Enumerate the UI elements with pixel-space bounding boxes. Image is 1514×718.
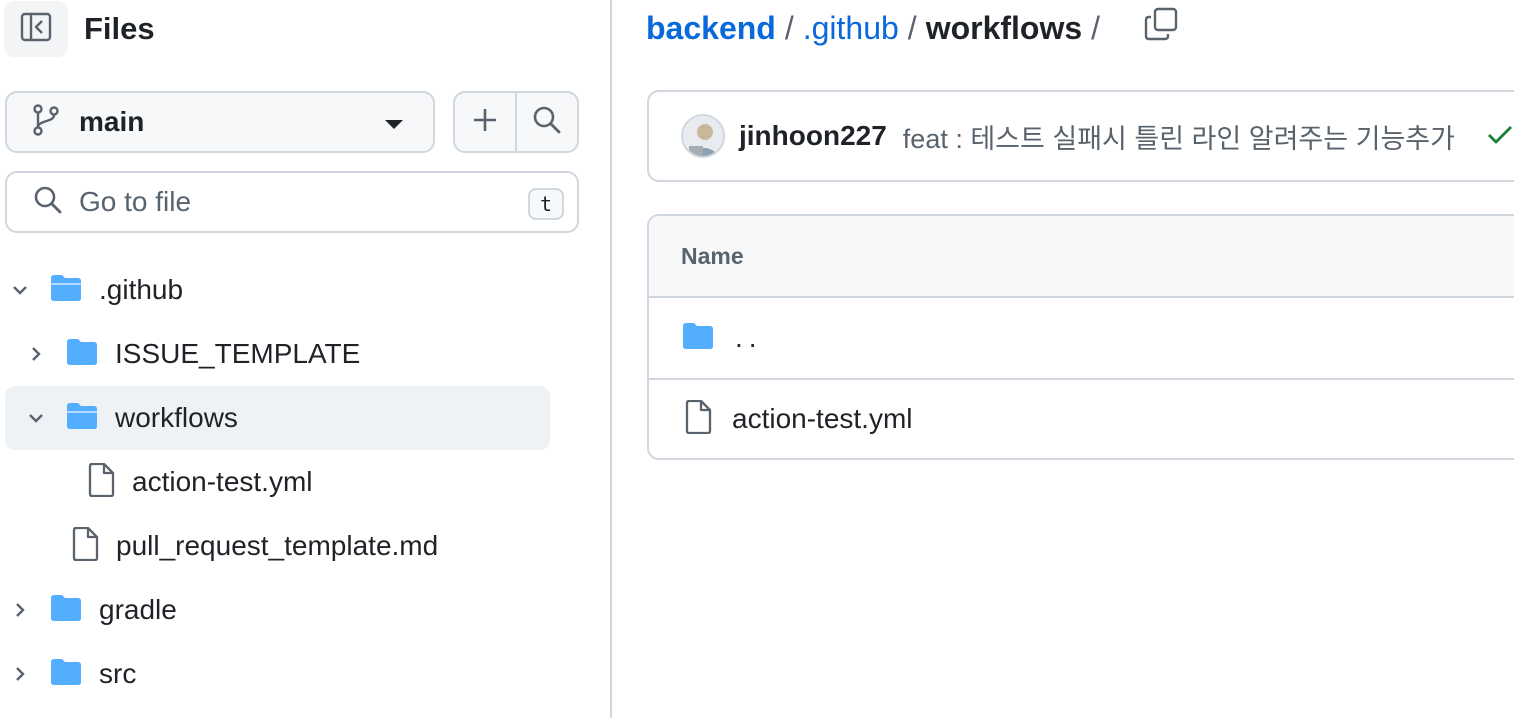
latest-commit-box: jinhoon227 feat : 테스트 실패시 틀린 라인 알려주는 기능추… bbox=[647, 90, 1514, 182]
add-file-button[interactable] bbox=[455, 93, 515, 151]
tree-item-label: gradle bbox=[99, 594, 177, 625]
breadcrumb-github-link[interactable]: .github bbox=[803, 10, 899, 47]
copy-icon bbox=[1144, 7, 1178, 49]
chevron-right-icon[interactable] bbox=[5, 595, 35, 625]
tree-item-label: action-test.yml bbox=[132, 466, 313, 497]
folder-open-icon bbox=[65, 401, 99, 436]
breadcrumb-separator: / bbox=[784, 9, 794, 46]
folder-icon bbox=[49, 657, 83, 692]
sidebar-collapse-icon bbox=[20, 11, 52, 48]
tree-item-label: src bbox=[99, 658, 137, 689]
search-icon bbox=[33, 185, 63, 220]
breadcrumb-repo-link[interactable]: backend bbox=[646, 10, 776, 47]
folder-icon bbox=[65, 337, 99, 372]
go-to-file-placeholder: Go to file bbox=[79, 186, 192, 217]
tree-item-issue-template[interactable]: ISSUE_TEMPLATE bbox=[5, 322, 550, 386]
tree-item-workflows[interactable]: workflows bbox=[5, 386, 550, 450]
directory-table: Name .. action-test.yml bbox=[647, 214, 1514, 460]
file-link[interactable]: action-test.yml bbox=[732, 403, 913, 435]
tree-item-label: workflows bbox=[115, 402, 238, 433]
breadcrumb-separator: / bbox=[907, 9, 917, 46]
file-icon bbox=[87, 462, 115, 502]
branch-selector-button[interactable]: main bbox=[5, 91, 435, 153]
tree-item-github[interactable]: .github bbox=[5, 258, 550, 322]
plus-icon bbox=[471, 106, 499, 139]
copy-path-button[interactable] bbox=[1143, 7, 1179, 49]
tree-item-label: pull_request_template.md bbox=[116, 530, 439, 561]
keyboard-shortcut-badge: t bbox=[528, 188, 564, 220]
chevron-down-icon bbox=[385, 120, 403, 129]
sidebar-actions bbox=[453, 91, 579, 153]
breadcrumb: backend / .github / workflows / bbox=[646, 7, 1179, 49]
branch-name: main bbox=[79, 106, 145, 137]
tree-item-label: .github bbox=[99, 274, 184, 305]
folder-icon bbox=[681, 321, 715, 356]
file-icon bbox=[684, 399, 712, 439]
sidebar-title: Files bbox=[84, 11, 155, 46]
search-icon bbox=[532, 105, 562, 140]
tree-item-src[interactable]: src bbox=[5, 642, 550, 706]
avatar[interactable] bbox=[681, 114, 725, 158]
commit-message[interactable]: feat : 테스트 실패시 틀린 라인 알려주는 기능추가 bbox=[903, 117, 1455, 156]
go-to-file-input[interactable]: Go to file t bbox=[5, 171, 579, 233]
breadcrumb-separator: / bbox=[1091, 9, 1101, 46]
file-tree-sidebar: Files main Go to file t .github ISSUE_TE… bbox=[0, 0, 612, 718]
tree-item-label: ISSUE_TEMPLATE bbox=[115, 338, 361, 369]
sidebar-header: Files bbox=[4, 0, 155, 58]
git-branch-icon bbox=[31, 103, 61, 141]
breadcrumb-current: workflows bbox=[925, 9, 1083, 46]
commit-author[interactable]: jinhoon227 bbox=[739, 120, 887, 152]
table-row[interactable]: action-test.yml bbox=[649, 378, 1514, 458]
chevron-right-icon[interactable] bbox=[5, 659, 35, 689]
chevron-down-icon[interactable] bbox=[21, 403, 51, 433]
collapse-sidebar-button[interactable] bbox=[4, 1, 68, 57]
search-code-button[interactable] bbox=[515, 93, 577, 151]
folder-open-icon bbox=[49, 273, 83, 308]
check-icon[interactable] bbox=[1485, 119, 1514, 154]
tree-item-gradle[interactable]: gradle bbox=[5, 578, 550, 642]
parent-directory-link[interactable]: .. bbox=[735, 322, 763, 354]
file-icon bbox=[71, 526, 99, 566]
tree-item-pull-request-template[interactable]: pull_request_template.md bbox=[5, 514, 550, 578]
chevron-right-icon[interactable] bbox=[21, 339, 51, 369]
column-header-name: Name bbox=[649, 216, 1514, 298]
table-row[interactable]: .. bbox=[649, 298, 1514, 378]
folder-icon bbox=[49, 593, 83, 628]
tree-item-action-test[interactable]: action-test.yml bbox=[5, 450, 550, 514]
chevron-down-icon[interactable] bbox=[5, 275, 35, 305]
